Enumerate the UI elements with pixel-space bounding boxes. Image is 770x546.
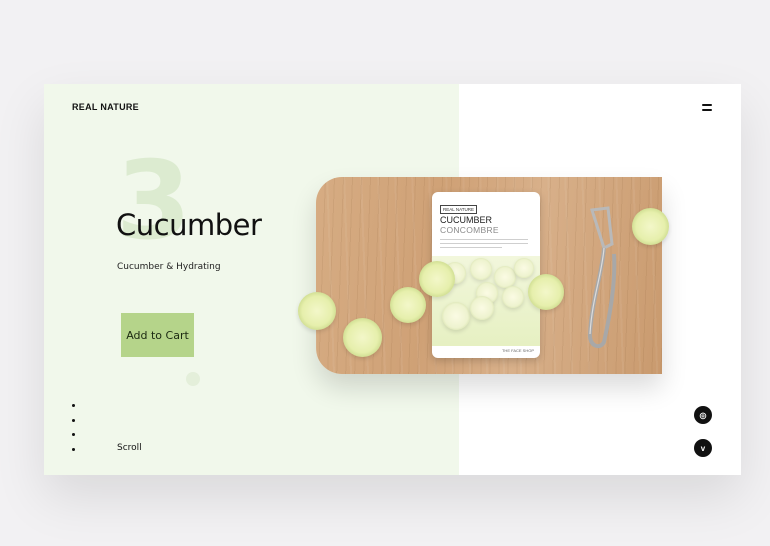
package-product-name: CUCUMBER xyxy=(440,215,493,225)
pagination-dot[interactable] xyxy=(72,448,75,451)
add-to-cart-button[interactable]: Add to Cart xyxy=(121,313,194,357)
scroll-indicator[interactable]: Scroll xyxy=(117,443,142,453)
cucumber-slice xyxy=(390,287,426,323)
package-brand-tag: REAL NATURE xyxy=(440,205,478,214)
pagination-dot[interactable] xyxy=(72,419,75,422)
pagination-dot[interactable] xyxy=(72,433,75,436)
brand-logo[interactable]: REAL NATURE xyxy=(72,102,139,112)
pagination-dot[interactable] xyxy=(72,404,75,407)
instagram-icon[interactable]: ◎ xyxy=(694,406,712,424)
package-maker: THE FACE SHOP xyxy=(501,348,534,353)
product-subtitle: Cucumber & Hydrating xyxy=(117,262,221,272)
decorative-dot xyxy=(186,372,200,386)
cucumber-slice xyxy=(632,208,669,245)
hero-card: REAL NATURE 3 Cucumber Cucumber & Hydrat… xyxy=(44,84,741,475)
cucumber-slice xyxy=(298,292,336,330)
vimeo-icon[interactable]: v xyxy=(694,439,712,457)
package-fineprint xyxy=(440,239,528,251)
hamburger-menu-icon[interactable] xyxy=(702,104,716,113)
cucumber-slice xyxy=(343,318,382,357)
package-product-name-fr: CONCOMBRE xyxy=(440,225,499,235)
peeler-image xyxy=(587,206,617,349)
product-title: Cucumber xyxy=(116,208,262,242)
cucumber-slice xyxy=(528,274,564,310)
cucumber-slice xyxy=(419,261,455,297)
